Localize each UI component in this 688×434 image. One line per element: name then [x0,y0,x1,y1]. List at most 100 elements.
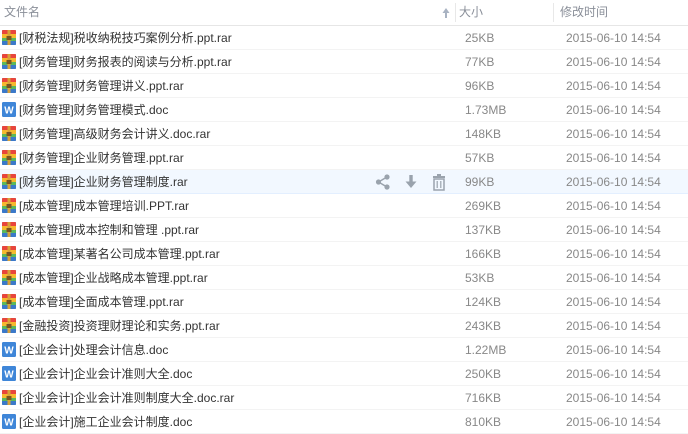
file-name[interactable]: [财务管理]财务报表的阅读与分析.ppt.rar [19,50,232,74]
trash-icon[interactable] [430,173,448,191]
rar-archive-file-icon [2,150,16,165]
file-size: 96KB [465,79,495,93]
file-row[interactable]: W [企业会计]企业会计准则大全.doc 250KB 2015-06-10 14:54 [0,362,688,386]
file-size: 25KB [465,31,495,45]
file-name[interactable]: [财务管理]财务管理模式.doc [19,98,168,122]
file-size: 250KB [465,367,502,381]
file-modified-time: 2015-06-10 14:54 [566,391,661,405]
file-size: 716KB [465,391,502,405]
file-size: 99KB [465,175,495,189]
file-row[interactable]: [成本管理]企业战略成本管理.ppt.rar 53KB 2015-06-10 14:… [0,266,688,290]
file-row[interactable]: [成本管理]某著名公司成本管理.ppt.rar 166KB 2015-06-10 1… [0,242,688,266]
file-row[interactable]: [成本管理]全面成本管理.ppt.rar 124KB 2015-06-10 14:5… [0,290,688,314]
svg-text:W: W [4,418,14,429]
column-header-modified-time[interactable]: 修改时间 [560,0,688,25]
rar-archive-file-icon [2,270,16,285]
file-name[interactable]: [财务管理]财务管理讲义.ppt.rar [19,74,184,98]
file-size: 148KB [465,127,502,141]
file-size: 1.22MB [465,343,507,357]
file-row[interactable]: [财务管理]企业财务管理制度.rar 99KB 2015-06-10 14:54 [0,170,688,194]
file-row[interactable]: W [企业会计]处理会计信息.doc 1.22MB 2015-06-10 14:54 [0,338,688,362]
file-modified-time: 2015-06-10 14:54 [566,367,661,381]
rar-archive-file-icon [2,78,16,93]
file-modified-time: 2015-06-10 14:54 [566,343,661,357]
file-modified-time: 2015-06-10 14:54 [566,127,661,141]
file-name[interactable]: [财务管理]高级财务会计讲义.doc.rar [19,122,210,146]
file-list-header: 文件名 大小 修改时间 [0,0,688,26]
file-modified-time: 2015-06-10 14:54 [566,415,661,429]
file-size: 243KB [465,319,502,333]
file-size: 1.73MB [465,103,507,117]
file-size: 57KB [465,151,495,165]
rar-archive-file-icon [2,294,16,309]
file-row[interactable]: [财务管理]财务报表的阅读与分析.ppt.rar 77KB 2015-06-10 1… [0,50,688,74]
rar-archive-file-icon [2,246,16,261]
file-row[interactable]: [财务管理]高级财务会计讲义.doc.rar 148KB 2015-06-10 14… [0,122,688,146]
column-header-name[interactable]: 文件名 [4,0,454,25]
file-name[interactable]: [成本管理]全面成本管理.ppt.rar [19,290,184,314]
file-size: 166KB [465,247,502,261]
file-modified-time: 2015-06-10 14:54 [566,79,661,93]
file-row[interactable]: [财务管理]财务管理讲义.ppt.rar 96KB 2015-06-10 14:54 [0,74,688,98]
file-row[interactable]: [企业会计]企业会计准则制度大全.doc.rar 716KB 2015-06-10 … [0,386,688,410]
file-name[interactable]: [成本管理]企业战略成本管理.ppt.rar [19,266,208,290]
file-name[interactable]: [企业会计]处理会计信息.doc [19,338,168,362]
column-header-size[interactable]: 大小 [459,0,553,25]
file-modified-time: 2015-06-10 14:54 [566,31,661,45]
file-name[interactable]: [金融投资]投资理财理论和实务.ppt.rar [19,314,220,338]
file-name[interactable]: [成本管理]成本管理培训.PPT.rar [19,194,189,218]
file-row[interactable]: [财税法规]税收纳税技巧案例分析.ppt.rar 25KB 2015-06-10 1… [0,26,688,50]
rar-archive-file-icon [2,390,16,405]
file-modified-time: 2015-06-10 14:54 [566,295,661,309]
word-doc-file-icon: W [2,102,16,117]
file-modified-time: 2015-06-10 14:54 [566,319,661,333]
file-modified-time: 2015-06-10 14:54 [566,175,661,189]
rar-archive-file-icon [2,318,16,333]
download-icon[interactable] [402,173,420,191]
file-modified-time: 2015-06-10 14:54 [566,271,661,285]
word-doc-file-icon: W [2,414,16,429]
file-size: 77KB [465,55,495,69]
word-doc-file-icon: W [2,342,16,357]
rar-archive-file-icon [2,222,16,237]
file-name[interactable]: [成本管理]成本控制和管理 .ppt.rar [19,218,199,242]
file-modified-time: 2015-06-10 14:54 [566,103,661,117]
rar-archive-file-icon [2,174,16,189]
word-doc-file-icon: W [2,366,16,381]
rar-archive-file-icon [2,126,16,141]
file-size: 137KB [465,223,502,237]
file-row[interactable]: W [财务管理]财务管理模式.doc 1.73MB 2015-06-10 14:54 [0,98,688,122]
file-name[interactable]: [企业会计]企业会计准则大全.doc [19,362,192,386]
file-size: 810KB [465,415,502,429]
file-name[interactable]: [财务管理]企业财务管理.ppt.rar [19,146,184,170]
file-name[interactable]: [财务管理]企业财务管理制度.rar [19,170,188,194]
share-icon[interactable] [374,173,392,191]
rar-archive-file-icon [2,54,16,69]
file-modified-time: 2015-06-10 14:54 [566,199,661,213]
sort-up-arrow-icon[interactable] [441,6,451,20]
column-divider[interactable] [553,3,554,22]
svg-text:W: W [4,370,14,381]
file-row[interactable]: W [企业会计]施工企业会计制度.doc 810KB 2015-06-10 14:54 [0,410,688,434]
file-name[interactable]: [财税法规]税收纳税技巧案例分析.ppt.rar [19,26,232,50]
svg-text:W: W [4,106,14,117]
file-list: [财税法规]税收纳税技巧案例分析.ppt.rar 25KB 2015-06-10 1… [0,26,688,434]
file-name[interactable]: [企业会计]企业会计准则制度大全.doc.rar [19,386,234,410]
file-modified-time: 2015-06-10 14:54 [566,223,661,237]
file-row[interactable]: [金融投资]投资理财理论和实务.ppt.rar 243KB 2015-06-10 1… [0,314,688,338]
file-size: 124KB [465,295,502,309]
file-modified-time: 2015-06-10 14:54 [566,247,661,261]
file-modified-time: 2015-06-10 14:54 [566,55,661,69]
rar-archive-file-icon [2,198,16,213]
rar-archive-file-icon [2,30,16,45]
file-size: 269KB [465,199,502,213]
file-name[interactable]: [成本管理]某著名公司成本管理.ppt.rar [19,242,220,266]
file-size: 53KB [465,271,495,285]
file-row[interactable]: [财务管理]企业财务管理.ppt.rar 57KB 2015-06-10 14:54 [0,146,688,170]
file-row[interactable]: [成本管理]成本管理培训.PPT.rar 269KB 2015-06-10 14:5… [0,194,688,218]
file-modified-time: 2015-06-10 14:54 [566,151,661,165]
column-divider[interactable] [455,3,456,22]
file-name[interactable]: [企业会计]施工企业会计制度.doc [19,410,192,434]
file-row[interactable]: [成本管理]成本控制和管理 .ppt.rar 137KB 2015-06-10 14… [0,218,688,242]
svg-text:W: W [4,346,14,357]
